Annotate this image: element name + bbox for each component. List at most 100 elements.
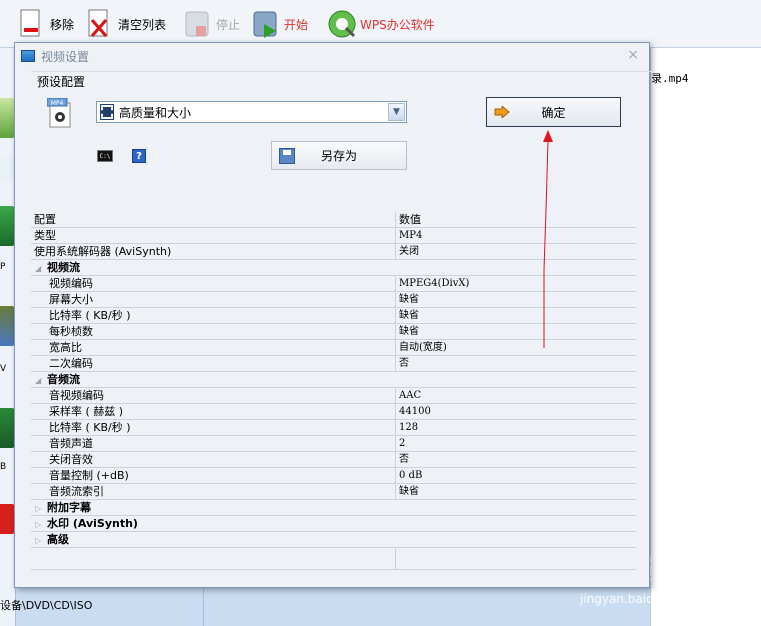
chevron-down-icon[interactable]: ▼ bbox=[388, 103, 405, 121]
triangle-right-icon[interactable]: ▷ bbox=[35, 533, 47, 547]
format-chip[interactable] bbox=[0, 306, 15, 346]
grid-header-value: 数值 bbox=[399, 213, 421, 226]
grid-row-value[interactable]: 2 bbox=[396, 436, 636, 451]
grid-section-row[interactable]: ◢ 视频流 bbox=[31, 260, 636, 276]
grid-key-text: 类型 bbox=[34, 229, 56, 242]
svg-text:MP4: MP4 bbox=[51, 100, 64, 107]
remove-button[interactable]: 移除 bbox=[18, 6, 74, 42]
grid-section-label: ◢ 音频流 bbox=[31, 372, 636, 387]
grid-row[interactable]: 音量控制 (+dB) 0 dB bbox=[31, 468, 636, 484]
file-list-pane: 录.mp4 bbox=[650, 48, 761, 626]
grid-row-value[interactable]: 缺省 bbox=[396, 484, 636, 499]
grid-row-value[interactable]: 否 bbox=[396, 356, 636, 371]
preset-selected-value: 高质量和大小 bbox=[119, 105, 192, 120]
grid-row[interactable]: 音频声道 2 bbox=[31, 436, 636, 452]
ok-button[interactable]: 确定 bbox=[486, 97, 621, 127]
grid-key-text: 视频编码 bbox=[49, 277, 93, 290]
grid-row-value[interactable]: 44100 bbox=[396, 404, 636, 419]
film-icon bbox=[100, 104, 114, 120]
grid-key-text: 音频流 bbox=[47, 373, 80, 386]
grid-key-text: 屏幕大小 bbox=[49, 293, 93, 306]
start-button[interactable]: 开始 bbox=[252, 6, 308, 42]
main-toolbar: 移除 清空列表 停止 开始 WPS办公软件 bbox=[0, 0, 761, 48]
grid-row[interactable]: 采样率 ( 赫兹 ) 44100 bbox=[31, 404, 636, 420]
file-name[interactable]: 录.mp4 bbox=[651, 70, 689, 86]
grid-key-text: 音频声道 bbox=[49, 437, 93, 450]
grid-row-value[interactable]: 缺省 bbox=[396, 324, 636, 339]
triangle-right-icon[interactable]: ▷ bbox=[35, 517, 47, 531]
format-chip[interactable] bbox=[0, 504, 15, 534]
grid-section-row[interactable]: ▷ 高级 bbox=[31, 532, 636, 548]
wps-office-button[interactable]: WPS办公软件 bbox=[328, 6, 435, 42]
grid-row-value[interactable]: 缺省 bbox=[396, 308, 636, 323]
grid-row-value[interactable]: MPEG4(DivX) bbox=[396, 276, 636, 291]
grid-row-value[interactable]: AAC bbox=[396, 388, 636, 403]
grid-key-text: 使用系统解码器 (AviSynth) bbox=[34, 245, 172, 258]
grid-section-row[interactable]: ▷ 附加字幕 bbox=[31, 500, 636, 516]
grid-row[interactable]: 比特率 ( KB/秒 ) 128 bbox=[31, 420, 636, 436]
grid-key-text: 音频流索引 bbox=[49, 485, 104, 498]
grid-row-key: 屏幕大小 bbox=[31, 292, 396, 307]
grid-row[interactable]: 视频编码 MPEG4(DivX) bbox=[31, 276, 636, 292]
grid-key-text: 视频流 bbox=[47, 261, 80, 274]
grid-empty-row bbox=[31, 548, 636, 570]
triangle-right-icon[interactable]: ▷ bbox=[35, 501, 47, 515]
grid-row-value[interactable]: 否 bbox=[396, 452, 636, 467]
settings-grid: 配置 数值 类型 MP4 使用系统解码器 (AviSynth) 关闭 ◢ 视频流 视频编码 M… bbox=[31, 212, 636, 570]
format-chip[interactable] bbox=[0, 98, 15, 138]
grid-row[interactable]: 音视频编码 AAC bbox=[31, 388, 636, 404]
grid-section-label: ▷ 附加字幕 bbox=[31, 500, 636, 515]
format-chip[interactable] bbox=[0, 408, 15, 448]
grid-row-value[interactable]: 0 dB bbox=[396, 468, 636, 483]
grid-row[interactable]: 类型 MP4 bbox=[31, 228, 636, 244]
grid-row[interactable]: 宽高比 自动(宽度) bbox=[31, 340, 636, 356]
preset-select[interactable]: 高质量和大小 ▼ bbox=[96, 101, 407, 123]
clear-list-button[interactable]: 清空列表 bbox=[86, 6, 166, 42]
grid-row[interactable]: 二次编码 否 bbox=[31, 356, 636, 372]
close-icon[interactable]: × bbox=[627, 47, 639, 63]
mp4-file-icon: MP4 bbox=[46, 97, 73, 128]
stop-label: 停止 bbox=[216, 17, 241, 32]
grid-row-key: 音频流索引 bbox=[31, 484, 396, 499]
grid-row[interactable]: 比特率 ( KB/秒 ) 缺省 bbox=[31, 308, 636, 324]
grid-section-label: ◢ 视频流 bbox=[31, 260, 636, 275]
format-chip[interactable] bbox=[0, 158, 15, 180]
triangle-down-icon[interactable]: ◢ bbox=[35, 261, 47, 275]
grid-row[interactable]: 关闭音效 否 bbox=[31, 452, 636, 468]
device-path-label: 设备\DVD\CD\ISO bbox=[0, 599, 93, 612]
grid-row-value[interactable]: 缺省 bbox=[396, 292, 636, 307]
grid-row-value[interactable]: 128 bbox=[396, 420, 636, 435]
stop-button[interactable]: 停止 bbox=[184, 6, 240, 42]
start-label: 开始 bbox=[284, 17, 309, 32]
grid-row-value[interactable]: 自动(宽度) bbox=[396, 340, 636, 355]
grid-row-value[interactable]: MP4 bbox=[396, 228, 636, 243]
grid-row-key: 比特率 ( KB/秒 ) bbox=[31, 420, 396, 435]
grid-row[interactable]: 使用系统解码器 (AviSynth) 关闭 bbox=[31, 244, 636, 260]
command-line-icon[interactable]: C:\ bbox=[97, 150, 113, 162]
floppy-disk-icon bbox=[279, 148, 295, 164]
grid-section-row[interactable]: ▷ 水印 (AviSynth) bbox=[31, 516, 636, 532]
wps-icon bbox=[328, 8, 356, 40]
grid-row[interactable]: 音频流索引 缺省 bbox=[31, 484, 636, 500]
grid-row[interactable]: 每秒桢数 缺省 bbox=[31, 324, 636, 340]
grid-header-key: 配置 bbox=[31, 212, 396, 227]
grid-row-key: 音频声道 bbox=[31, 436, 396, 451]
grid-row-value[interactable]: 关闭 bbox=[396, 244, 636, 259]
triangle-down-icon[interactable]: ◢ bbox=[35, 373, 47, 387]
clear-list-label: 清空列表 bbox=[118, 17, 167, 32]
help-icon[interactable]: ? bbox=[132, 149, 146, 163]
grid-key-text: 关闭音效 bbox=[49, 453, 93, 466]
bottom-bar bbox=[16, 588, 650, 626]
grid-key-text: 每秒桢数 bbox=[49, 325, 93, 338]
grid-key-text: 音量控制 (+dB) bbox=[49, 469, 129, 482]
format-chip[interactable] bbox=[0, 206, 15, 246]
clear-list-icon bbox=[86, 8, 114, 40]
grid-row[interactable]: 屏幕大小 缺省 bbox=[31, 292, 636, 308]
dialog-title-bar[interactable]: 视频设置 × bbox=[15, 43, 649, 69]
save-as-button[interactable]: 另存为 bbox=[271, 141, 407, 170]
remove-icon bbox=[18, 8, 46, 40]
bottom-divider bbox=[203, 588, 204, 626]
grid-section-row[interactable]: ◢ 音频流 bbox=[31, 372, 636, 388]
grid-key-text: 宽高比 bbox=[49, 341, 82, 354]
grid-row-key: 类型 bbox=[31, 228, 396, 243]
